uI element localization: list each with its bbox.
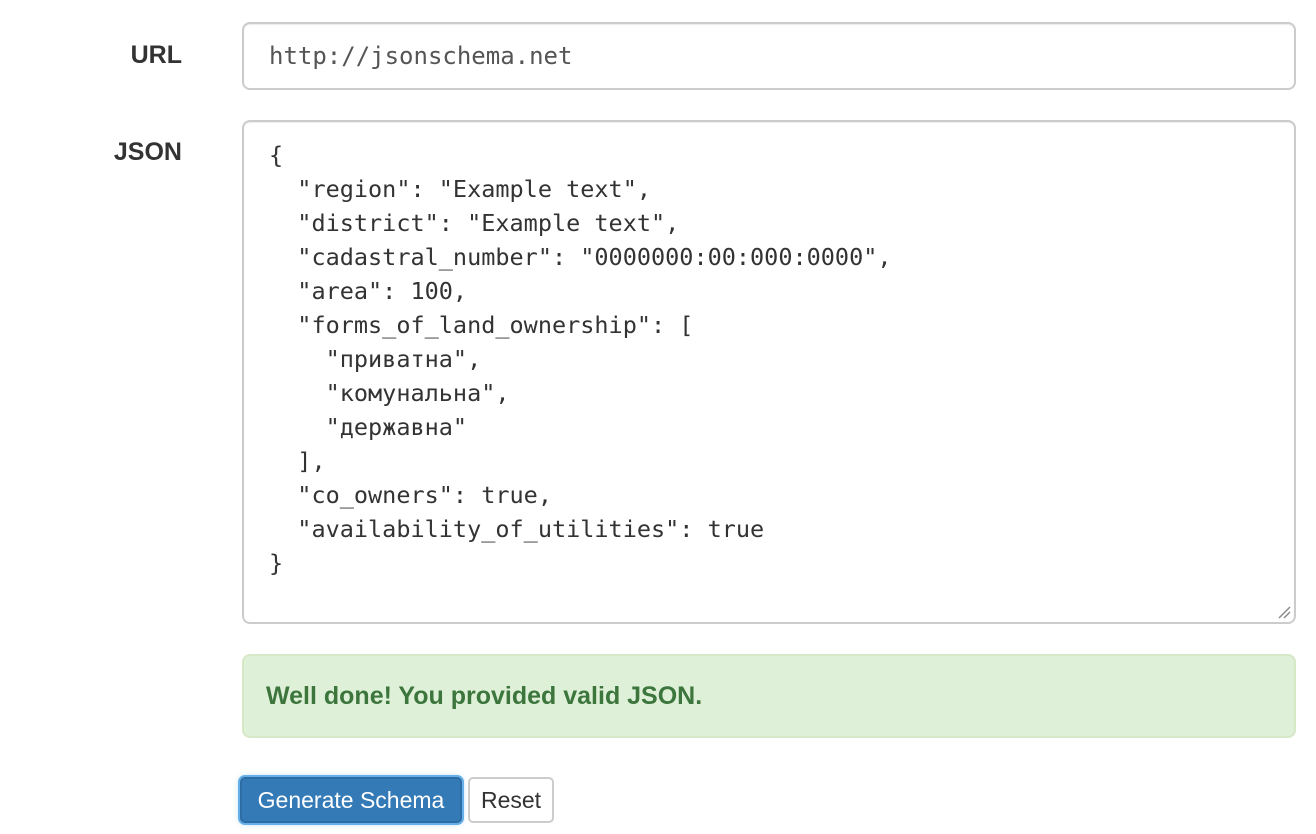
json-textarea[interactable]: { "region": "Example text", "district": … xyxy=(242,120,1296,624)
url-label: URL xyxy=(130,41,182,69)
schema-generator-form: URL JSON { "region": "Example text", "di… xyxy=(0,0,1316,834)
url-input[interactable] xyxy=(242,22,1296,90)
json-label: JSON xyxy=(113,138,182,166)
json-content[interactable]: { "region": "Example text", "district": … xyxy=(244,122,1294,596)
resize-handle-icon[interactable] xyxy=(1277,605,1291,619)
alert-message: Well done! You provided valid JSON. xyxy=(266,681,703,710)
reset-button[interactable]: Reset xyxy=(468,777,554,823)
success-alert: Well done! You provided valid JSON. xyxy=(242,654,1296,738)
generate-schema-button[interactable]: Generate Schema xyxy=(240,777,462,823)
